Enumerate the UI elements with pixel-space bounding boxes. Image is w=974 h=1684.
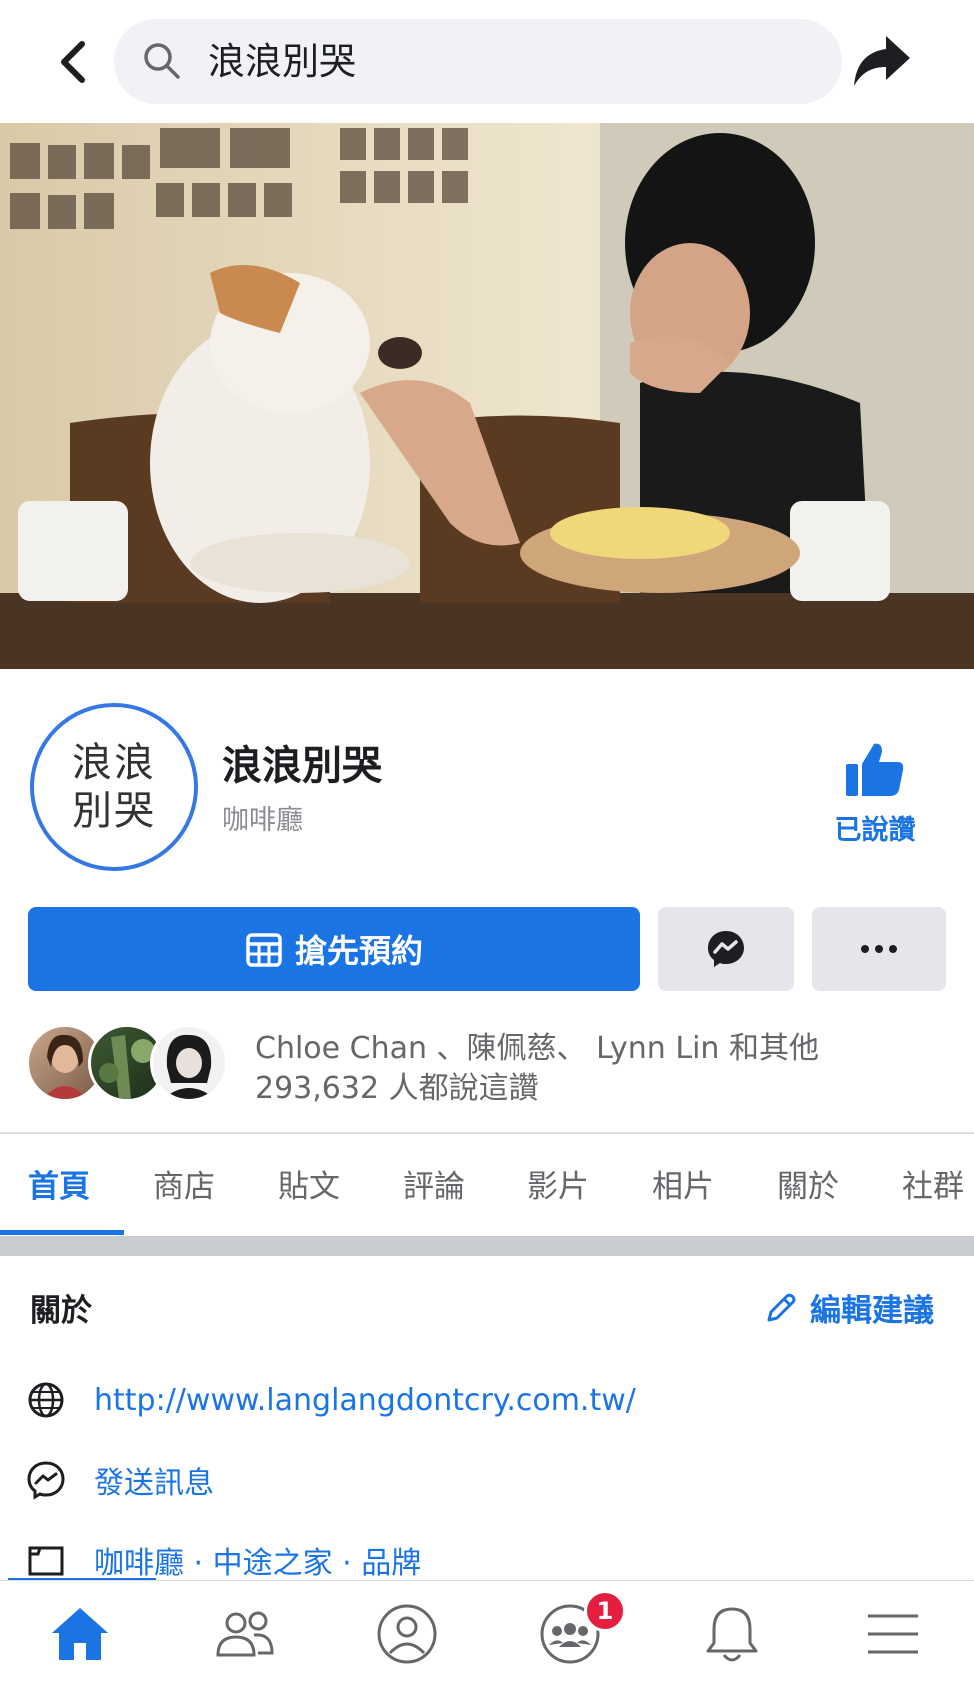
home-icon <box>52 1608 108 1660</box>
nav-menu[interactable] <box>858 1599 928 1669</box>
page-category[interactable]: 咖啡廳 <box>222 798 303 837</box>
bell-icon <box>706 1607 758 1662</box>
globe-icon <box>28 1382 64 1418</box>
friends-icon <box>216 1611 274 1657</box>
categories-link[interactable]: 咖啡廳 · 中途之家 · 品牌 <box>94 1538 421 1582</box>
tab-videos[interactable]: 影片 <box>527 1134 589 1236</box>
thumbs-up-icon <box>846 743 904 796</box>
calendar-icon <box>246 933 282 967</box>
active-tab-indicator <box>0 1230 124 1235</box>
share-arrow-icon <box>854 36 910 86</box>
tab-reviews[interactable]: 評論 <box>403 1134 465 1236</box>
search-query: 浪浪別哭 <box>208 40 356 83</box>
send-message-row[interactable]: 發送訊息 <box>26 1455 214 1505</box>
friend-avatars[interactable] <box>26 1024 228 1102</box>
page-tabs: 首頁 商店 貼文 評論 影片 相片 關於 社群 <box>0 1134 974 1236</box>
cover-photo[interactable] <box>0 123 974 669</box>
share-button[interactable] <box>850 30 914 92</box>
messenger-button[interactable] <box>658 907 794 991</box>
avatar-logo-text: 浪浪 別哭 <box>72 740 156 834</box>
tab-shop[interactable]: 商店 <box>153 1134 215 1236</box>
more-options-button[interactable] <box>812 907 946 991</box>
more-dots-icon <box>861 945 897 953</box>
profile-icon <box>377 1604 437 1664</box>
book-now-button[interactable]: 搶先預約 <box>28 907 640 991</box>
pencil-icon <box>767 1293 796 1321</box>
search-input[interactable]: 浪浪別哭 <box>114 19 842 104</box>
website-row[interactable]: http://www.langlangdontcry.com.tw/ <box>26 1375 636 1425</box>
website-link[interactable]: http://www.langlangdontcry.com.tw/ <box>94 1383 636 1418</box>
tab-photos[interactable]: 相片 <box>652 1134 714 1236</box>
likes-count-text[interactable]: 293,632 人都說這讚 <box>255 1063 539 1107</box>
search-icon <box>144 43 180 79</box>
chevron-left-icon <box>61 41 85 83</box>
about-section-title: 關於 <box>30 1293 92 1329</box>
top-bar: 浪浪別哭 <box>0 0 974 123</box>
category-tag-icon <box>28 1546 64 1576</box>
back-button[interactable] <box>52 34 102 90</box>
hamburger-menu-icon <box>868 1614 918 1654</box>
messenger-icon <box>27 1461 65 1500</box>
page-title: 浪浪別哭 <box>222 743 382 789</box>
nav-home[interactable] <box>45 1599 115 1669</box>
edit-suggestion-button[interactable]: 編輯建議 <box>764 1285 934 1330</box>
tab-posts[interactable]: 貼文 <box>278 1134 340 1236</box>
page-avatar[interactable]: 浪浪 別哭 <box>30 703 198 871</box>
nav-notifications[interactable] <box>697 1599 767 1669</box>
tab-about[interactable]: 關於 <box>777 1134 839 1236</box>
nav-friends[interactable] <box>210 1599 280 1669</box>
edit-suggestion-label: 編輯建議 <box>810 1293 934 1329</box>
book-now-label: 搶先預約 <box>294 932 423 970</box>
groups-notification-badge: 1 <box>584 1590 626 1632</box>
tab-home[interactable]: 首頁 <box>28 1134 90 1236</box>
liked-button[interactable]: 已說讚 <box>820 740 930 850</box>
messenger-icon <box>708 931 744 967</box>
likes-friends-text[interactable]: Chloe Chan 、陳佩慈、 Lynn Lin 和其他 <box>255 1023 819 1067</box>
liked-label: 已說讚 <box>834 815 916 846</box>
bottom-nav <box>0 1580 974 1684</box>
tab-community[interactable]: 社群 <box>902 1134 964 1236</box>
cover-illustration <box>0 123 974 669</box>
section-separator <box>0 1236 974 1256</box>
nav-profile[interactable] <box>372 1599 442 1669</box>
send-message-link[interactable]: 發送訊息 <box>94 1458 214 1502</box>
avatar[interactable] <box>150 1024 228 1102</box>
